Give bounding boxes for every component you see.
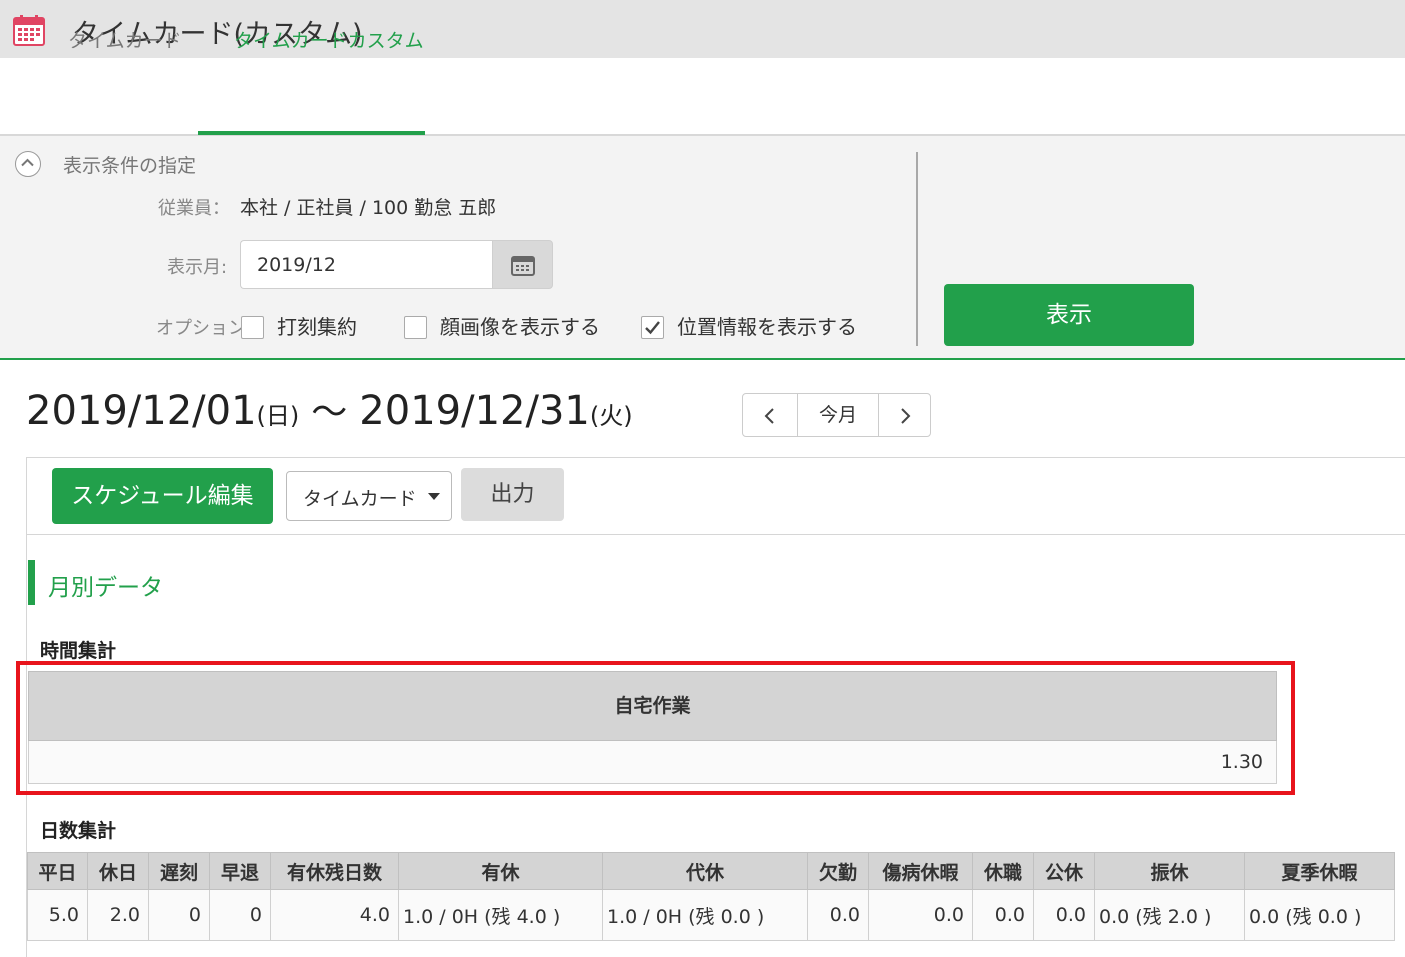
table-cell: 0.0 (残 2.0 )	[1094, 889, 1245, 941]
month-input[interactable]	[240, 240, 493, 289]
section-accent-bar	[28, 560, 35, 605]
toolbar-divider	[27, 534, 1405, 535]
month-nav: 今月	[742, 393, 931, 437]
table-header: 早退	[209, 852, 271, 890]
option-label-location[interactable]: 位置情報を表示する	[677, 311, 857, 340]
table-cell: 0.0	[868, 889, 973, 941]
range-start: 2019/12/01	[26, 388, 257, 434]
panel-divider	[916, 152, 918, 346]
schedule-edit-button[interactable]: スケジュール編集	[52, 468, 273, 524]
date-range: 2019/12/01(日) 〜 2019/12/31(火)	[26, 383, 633, 435]
table-cell: 0.0	[972, 889, 1034, 941]
check-icon	[645, 321, 660, 335]
tab-timecard[interactable]: タイムカード	[68, 26, 182, 53]
table-header: 遅刻	[148, 852, 210, 890]
highlight-box	[16, 661, 1295, 795]
tab-bar	[0, 58, 1405, 136]
panel-title: 表示条件の指定	[63, 155, 197, 177]
days-table: 平日 休日 遅刻 早退 有休残日数 有休 代休 欠勤 傷病休暇 休職 公休 振休…	[27, 852, 1395, 941]
table-header: 休日	[87, 852, 149, 890]
table-cell: 2.0	[87, 889, 149, 941]
table-row: 5.0 2.0 0 0 4.0 1.0 / 0H (残 4.0 ) 1.0 / …	[27, 889, 1395, 941]
table-header: 休職	[972, 852, 1034, 890]
option-label-face-image[interactable]: 顔画像を表示する	[440, 311, 600, 340]
calendar-app-icon	[13, 14, 45, 46]
option-checkbox-stamp-summary[interactable]	[241, 316, 264, 339]
view-select[interactable]: タイムカード	[286, 471, 452, 521]
prev-month-button[interactable]	[743, 394, 798, 436]
tab-timecard-custom[interactable]: タイムカードカスタム	[234, 26, 424, 53]
table-cell: 0	[148, 889, 210, 941]
show-button[interactable]: 表示	[944, 284, 1194, 346]
chevron-right-icon	[901, 408, 911, 424]
current-month-button[interactable]: 今月	[798, 394, 878, 436]
table-header: 代休	[602, 852, 808, 890]
range-end: 2019/12/31	[359, 388, 590, 434]
days-table-header-row: 平日 休日 遅刻 早退 有休残日数 有休 代休 欠勤 傷病休暇 休職 公休 振休…	[27, 852, 1395, 890]
calendar-button[interactable]	[492, 240, 553, 289]
table-cell: 0	[209, 889, 271, 941]
table-cell: 0.0	[807, 889, 869, 941]
range-start-day: (日)	[256, 402, 300, 430]
next-month-button[interactable]	[878, 394, 931, 436]
collapse-button[interactable]	[15, 151, 41, 177]
table-header: 有休残日数	[270, 852, 399, 890]
day-summary-heading: 日数集計	[40, 820, 117, 842]
table-cell: 5.0	[27, 889, 88, 941]
option-label-stamp-summary[interactable]: 打刻集約	[277, 311, 357, 340]
time-summary-heading: 時間集計	[40, 640, 117, 662]
range-end-day: (火)	[589, 402, 633, 430]
table-header: 有休	[398, 852, 603, 890]
active-tab-indicator	[198, 131, 425, 135]
range-separator: 〜	[311, 392, 348, 433]
table-header: 傷病休暇	[868, 852, 973, 890]
chevron-up-icon	[21, 158, 34, 167]
calendar-icon	[511, 256, 535, 276]
table-cell: 4.0	[270, 889, 399, 941]
table-cell: 1.0 / 0H (残 0.0 )	[602, 889, 808, 941]
table-cell: 0.0	[1033, 889, 1095, 941]
table-header: 振休	[1094, 852, 1245, 890]
option-checkbox-location[interactable]	[641, 316, 664, 339]
month-label: 表示月:	[167, 257, 228, 278]
employee-value[interactable]: 本社 / 正社員 / 100 勤怠 五郎	[240, 193, 496, 220]
options-label: オプション:	[156, 318, 253, 339]
option-checkbox-face-image[interactable]	[404, 316, 427, 339]
table-header: 欠勤	[807, 852, 869, 890]
view-select-value: タイムカード	[303, 488, 417, 510]
table-cell: 1.0 / 0H (残 4.0 )	[398, 889, 603, 941]
caret-down-icon	[428, 493, 440, 500]
table-cell: 0.0 (残 0.0 )	[1244, 889, 1395, 941]
chevron-left-icon	[764, 408, 774, 424]
table-header: 夏季休暇	[1244, 852, 1395, 890]
output-button[interactable]: 出力	[461, 468, 564, 521]
employee-label: 従業員：	[158, 198, 230, 219]
section-title: 月別データ	[48, 575, 163, 601]
card-border-top	[26, 457, 1405, 458]
table-header: 公休	[1033, 852, 1095, 890]
table-header: 平日	[27, 852, 88, 890]
